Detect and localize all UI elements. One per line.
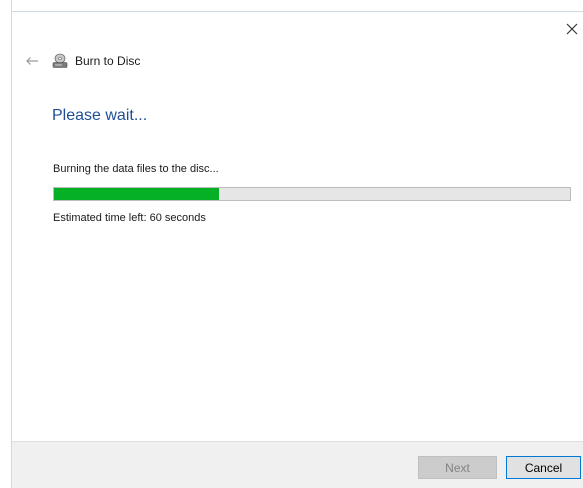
close-button[interactable]: [561, 18, 583, 40]
cancel-button[interactable]: Cancel: [506, 456, 581, 479]
page-heading: Please wait...: [52, 107, 148, 124]
window-border-top: [11, 11, 583, 12]
back-arrow-icon: [26, 57, 38, 65]
burn-to-disc-dialog: Burn to Disc Please wait... Burning the …: [0, 0, 583, 488]
next-button[interactable]: Next: [418, 456, 497, 479]
time-remaining-text: Estimated time left: 60 seconds: [53, 212, 206, 224]
window-border-left: [11, 0, 12, 488]
dialog-title: Burn to Disc: [75, 54, 141, 68]
disc-burner-icon: [52, 53, 68, 68]
close-icon: [566, 23, 578, 35]
back-button[interactable]: [22, 53, 42, 69]
progress-bar: [53, 187, 571, 201]
dialog-header: Burn to Disc: [51, 51, 140, 71]
dialog-footer: Next Cancel: [12, 441, 583, 488]
progress-bar-fill: [54, 188, 220, 200]
status-text: Burning the data files to the disc...: [53, 163, 219, 175]
